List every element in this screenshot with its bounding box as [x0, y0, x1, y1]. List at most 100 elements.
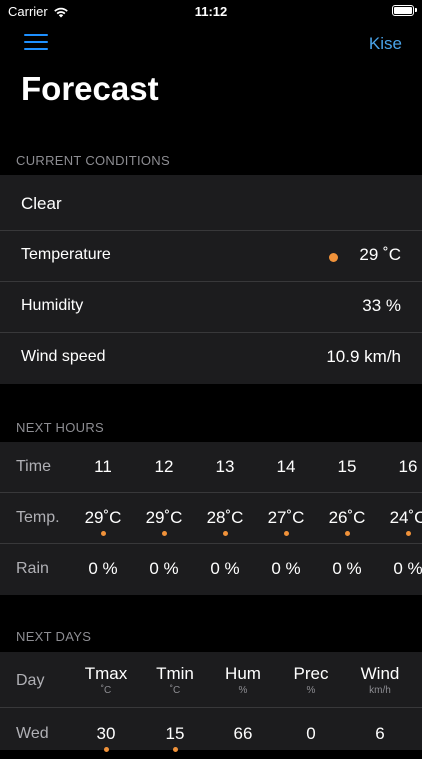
day-column-header: Hum%: [213, 664, 273, 696]
hour-time-cell: 11: [73, 457, 133, 477]
hour-temp-cell: 24˚C: [378, 508, 422, 536]
temp-indicator-dot: [100, 531, 106, 536]
day-value-cell-text: 30: [96, 724, 116, 743]
temperature-indicator-dot: [329, 253, 338, 262]
hour-rain-cell: 0 %: [317, 559, 377, 579]
hamburger-menu-icon[interactable]: [24, 32, 48, 52]
day-column-header: Tmax ˚C: [76, 664, 136, 696]
current-conditions-header: CURRENT CONDITIONS: [16, 153, 170, 168]
time-label: Time: [16, 458, 51, 475]
hours-time-row: Time 11 12 13 14 15 16: [0, 442, 422, 493]
day-value-cell: 30: [76, 724, 136, 752]
day-name: Wed: [16, 725, 49, 742]
day-row: Wed 30 15 66 0 6: [0, 708, 422, 759]
temp-label: Temp.: [16, 509, 60, 526]
day-column-header-text: Tmin: [156, 664, 194, 683]
day-column-header: Prec%: [281, 664, 341, 696]
next-days-header: NEXT DAYS: [16, 629, 92, 644]
day-label: Day: [16, 672, 45, 689]
hour-time-cell: 16: [378, 457, 422, 477]
temp-indicator-dot: [405, 531, 411, 536]
current-conditions-group: Clear Temperature 29 ˚C Humidity 33 % Wi…: [0, 175, 422, 384]
hour-time-cell: 12: [134, 457, 194, 477]
hour-time-cell-text: 15: [337, 457, 357, 476]
hour-time-cell-text: 16: [398, 457, 418, 476]
location-link[interactable]: Kise: [369, 34, 402, 54]
day-column-header-text: Wind: [360, 664, 400, 683]
day-value-cell: 15: [145, 724, 205, 752]
hour-time-cell-text: 13: [215, 457, 235, 476]
next-hours-header: NEXT HOURS: [16, 420, 104, 435]
temperature-label: Temperature: [21, 246, 111, 263]
temp-indicator-dot: [222, 531, 228, 536]
day-value-cell-text: 15: [165, 724, 185, 743]
humidity-label: Humidity: [21, 297, 84, 314]
next-days-group: Day Tmax ˚C Tmin ˚C Hum% Prec% Wind km/h Wed 30…: [0, 652, 422, 752]
hour-time-cell-text: 11: [94, 457, 112, 476]
hour-temp-cell: 27˚C: [256, 508, 316, 536]
hours-rain-row: Rain 0 % 0 % 0 % 0 % 0 % 0 %: [0, 544, 422, 595]
wind-speed-label: Wind speed: [21, 348, 106, 365]
hour-rain-cell: 0 %: [256, 559, 316, 579]
temperature-value: 29 ˚C: [359, 245, 401, 264]
wind-speed-row: Wind speed 10.9 km/h: [0, 333, 422, 384]
next-hours-group: Time 11 12 13 14 15 16 Temp. 29˚C 29˚C 28˚C 27˚C…: [0, 442, 422, 595]
day-column-unit: km/h: [369, 685, 391, 696]
hour-rain-cell: 0 %: [195, 559, 255, 579]
temperature-row: Temperature 29 ˚C: [0, 231, 422, 282]
hour-time-cell: 14: [256, 457, 316, 477]
hour-rain-cell-text: 0 %: [88, 559, 118, 578]
hour-temp-cell-text: 26˚C: [328, 508, 366, 527]
status-time: 11:12: [194, 4, 228, 19]
hour-temp-cell: 29˚C: [73, 508, 133, 536]
temp-indicator-dot: [283, 531, 289, 536]
hour-temp-cell-text: 29˚C: [145, 508, 183, 527]
hour-temp-cell-text: 24˚C: [389, 508, 422, 527]
temp-indicator-dot: [344, 531, 350, 536]
day-column-unit: %: [306, 685, 316, 696]
humidity-value: 33 %: [362, 296, 401, 315]
hours-temp-row: Temp. 29˚C 29˚C 28˚C 27˚C 26˚C 24˚C: [0, 493, 422, 544]
humidity-row: Humidity 33 %: [0, 282, 422, 333]
wind-speed-value: 10.9 km/h: [326, 347, 401, 366]
hour-temp-cell: 26˚C: [317, 508, 377, 536]
hour-temp-cell-text: 27˚C: [267, 508, 305, 527]
hour-rain-cell-text: 0 %: [393, 559, 422, 578]
day-value-cell: 6: [350, 724, 410, 744]
hour-time-cell: 13: [195, 457, 255, 477]
hour-temp-cell: 29˚C: [134, 508, 194, 536]
hour-time-cell: 15: [317, 457, 377, 477]
temp-indicator-dot: [161, 531, 167, 536]
day-value-cell-text: 0: [306, 724, 316, 743]
rain-label: Rain: [16, 560, 49, 577]
hour-time-cell-text: 14: [276, 457, 296, 476]
day-value-cell-text: 6: [375, 724, 385, 743]
day-column-header: Wind km/h: [350, 664, 410, 696]
day-value-cell: 66: [213, 724, 273, 744]
hour-rain-cell: 0 %: [378, 559, 422, 579]
hour-rain-cell-text: 0 %: [149, 559, 179, 578]
hour-time-cell-text: 12: [154, 457, 174, 476]
day-column-header-text: Prec: [293, 664, 329, 683]
hour-rain-cell: 0 %: [134, 559, 194, 579]
hour-temp-cell: 28˚C: [195, 508, 255, 536]
day-column-unit: ˚C: [100, 685, 112, 696]
hour-rain-cell-text: 0 %: [332, 559, 362, 578]
day-value-cell-text: 66: [233, 724, 253, 743]
hour-temp-cell-text: 29˚C: [84, 508, 122, 527]
hour-rain-cell: 0 %: [73, 559, 133, 579]
condition-summary-row: Clear: [0, 175, 422, 231]
day-value-cell: 0: [281, 724, 341, 744]
status-bar: Carrier 11:12: [0, 0, 422, 24]
day-column-header-text: Hum: [225, 664, 261, 683]
navigation-bar: Kise: [0, 28, 422, 60]
hour-temp-cell-text: 28˚C: [206, 508, 244, 527]
day-column-unit: ˚C: [169, 685, 181, 696]
days-header-row: Day Tmax ˚C Tmin ˚C Hum% Prec% Wind km/h: [0, 652, 422, 708]
day-column-header: Tmin ˚C: [145, 664, 205, 696]
battery-icon: [392, 5, 417, 16]
day-column-unit: %: [238, 685, 248, 696]
condition-summary: Clear: [21, 194, 62, 213]
hour-rain-cell-text: 0 %: [271, 559, 301, 578]
day-column-header-text: Tmax: [84, 664, 128, 683]
